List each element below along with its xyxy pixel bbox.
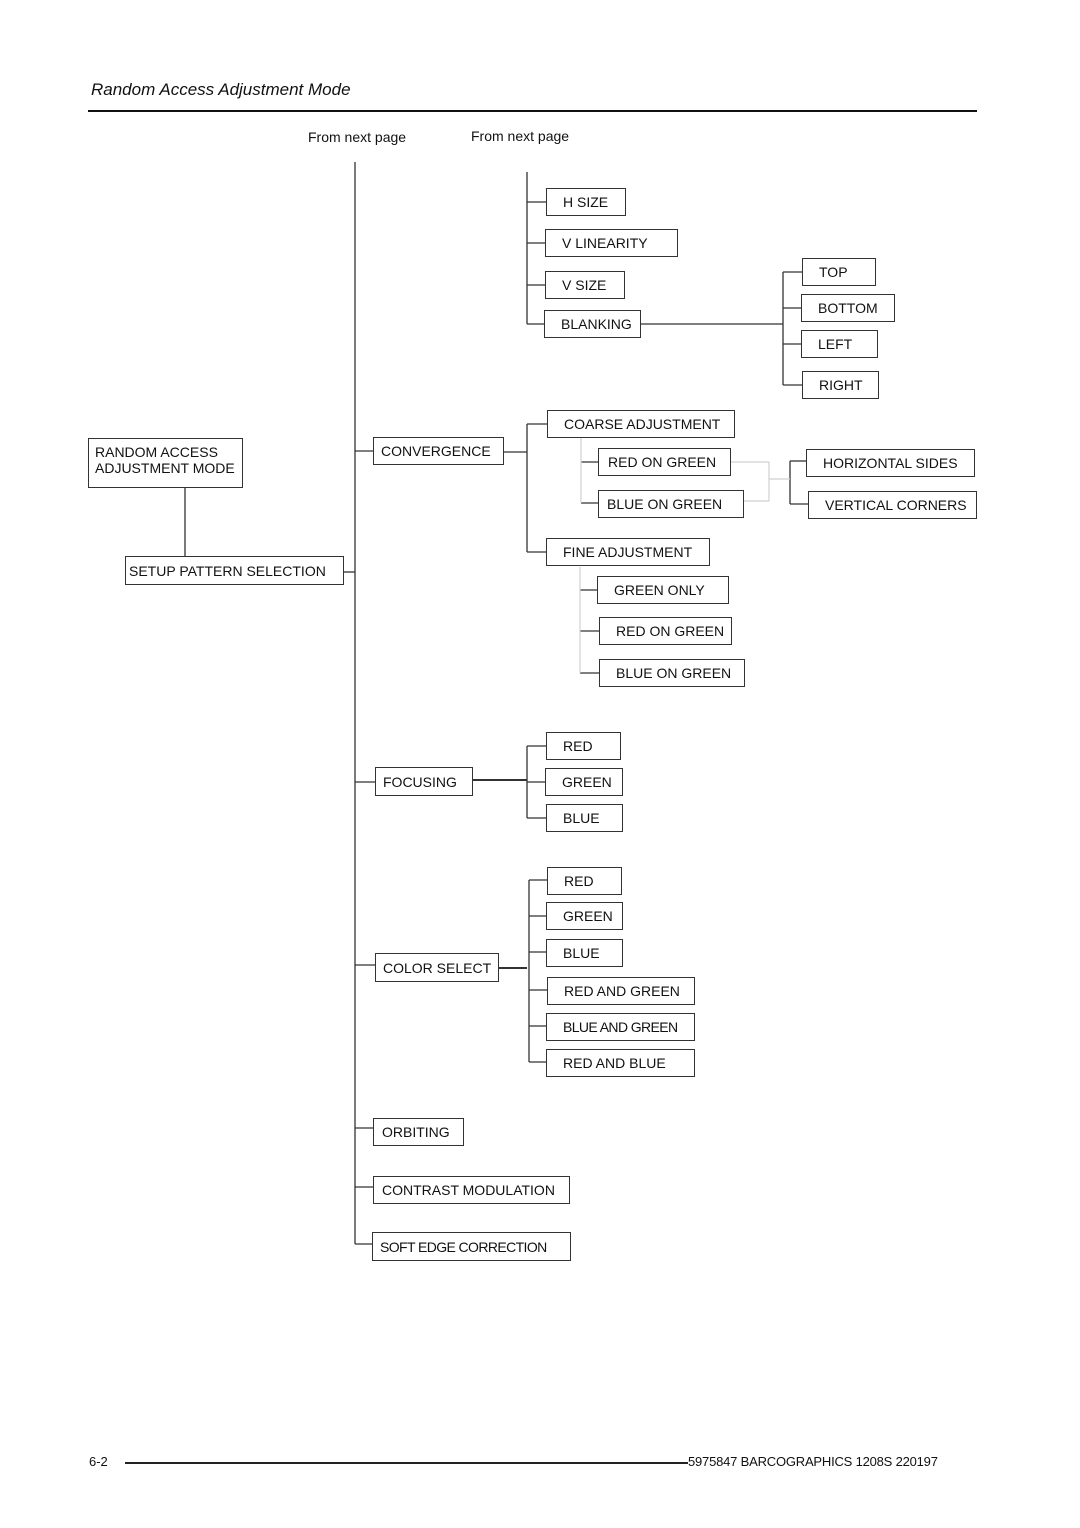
color-blue-box[interactable]: BLUE <box>546 939 623 967</box>
page-number: 6-2 <box>89 1454 108 1469</box>
focusing-box[interactable]: FOCUSING <box>375 767 473 796</box>
random-access-adjustment-mode-box[interactable]: RANDOM ACCESS ADJUSTMENT MODE <box>88 438 243 488</box>
color-red-and-blue-box[interactable]: RED AND BLUE <box>546 1049 695 1077</box>
blanking-left-box[interactable]: LEFT <box>801 330 878 358</box>
horizontal-sides-box[interactable]: HORIZONTAL SIDES <box>806 449 975 477</box>
color-green-box[interactable]: GREEN <box>546 902 623 930</box>
blanking-top-box[interactable]: TOP <box>802 258 876 286</box>
focusing-red-box[interactable]: RED <box>546 732 621 760</box>
color-select-box[interactable]: COLOR SELECT <box>375 953 499 982</box>
fine-green-only-box[interactable]: GREEN ONLY <box>597 576 729 604</box>
vertical-corners-box[interactable]: VERTICAL CORNERS <box>808 491 977 519</box>
v-linearity-box[interactable]: V LINEARITY <box>545 229 678 257</box>
color-blue-and-green-box[interactable]: BLUE AND GREEN <box>546 1013 695 1041</box>
coarse-red-on-green-box[interactable]: RED ON GREEN <box>598 448 731 476</box>
document-id: 5975847 BARCOGRAPHICS 1208S 220197 <box>688 1454 938 1469</box>
fine-red-on-green-box[interactable]: RED ON GREEN <box>599 617 732 645</box>
root-label-line1: RANDOM ACCESS <box>95 444 218 460</box>
blanking-bottom-box[interactable]: BOTTOM <box>801 294 895 322</box>
focusing-blue-box[interactable]: BLUE <box>546 804 623 832</box>
orbiting-box[interactable]: ORBITING <box>373 1118 464 1146</box>
setup-pattern-selection-box[interactable]: SETUP PATTERN SELECTION <box>125 556 344 585</box>
color-red-and-green-box[interactable]: RED AND GREEN <box>547 977 695 1005</box>
coarse-adjustment-box[interactable]: COARSE ADJUSTMENT <box>547 410 735 438</box>
fine-blue-on-green-box[interactable]: BLUE ON GREEN <box>599 659 745 687</box>
root-label-line2: ADJUSTMENT MODE <box>95 460 235 476</box>
blanking-box[interactable]: BLANKING <box>544 310 641 338</box>
h-size-box[interactable]: H SIZE <box>546 188 626 216</box>
convergence-box[interactable]: CONVERGENCE <box>373 437 504 465</box>
soft-edge-correction-box[interactable]: SOFT EDGE CORRECTION <box>372 1232 571 1261</box>
coarse-blue-on-green-box[interactable]: BLUE ON GREEN <box>598 490 744 518</box>
focusing-green-box[interactable]: GREEN <box>545 768 623 796</box>
contrast-modulation-box[interactable]: CONTRAST MODULATION <box>373 1176 570 1204</box>
color-red-box[interactable]: RED <box>547 867 622 895</box>
fine-adjustment-box[interactable]: FINE ADJUSTMENT <box>546 538 710 566</box>
footer-rule <box>125 1462 688 1464</box>
connector-lines <box>184 162 808 1245</box>
v-size-box[interactable]: V SIZE <box>545 271 625 299</box>
blanking-right-box[interactable]: RIGHT <box>802 371 879 399</box>
